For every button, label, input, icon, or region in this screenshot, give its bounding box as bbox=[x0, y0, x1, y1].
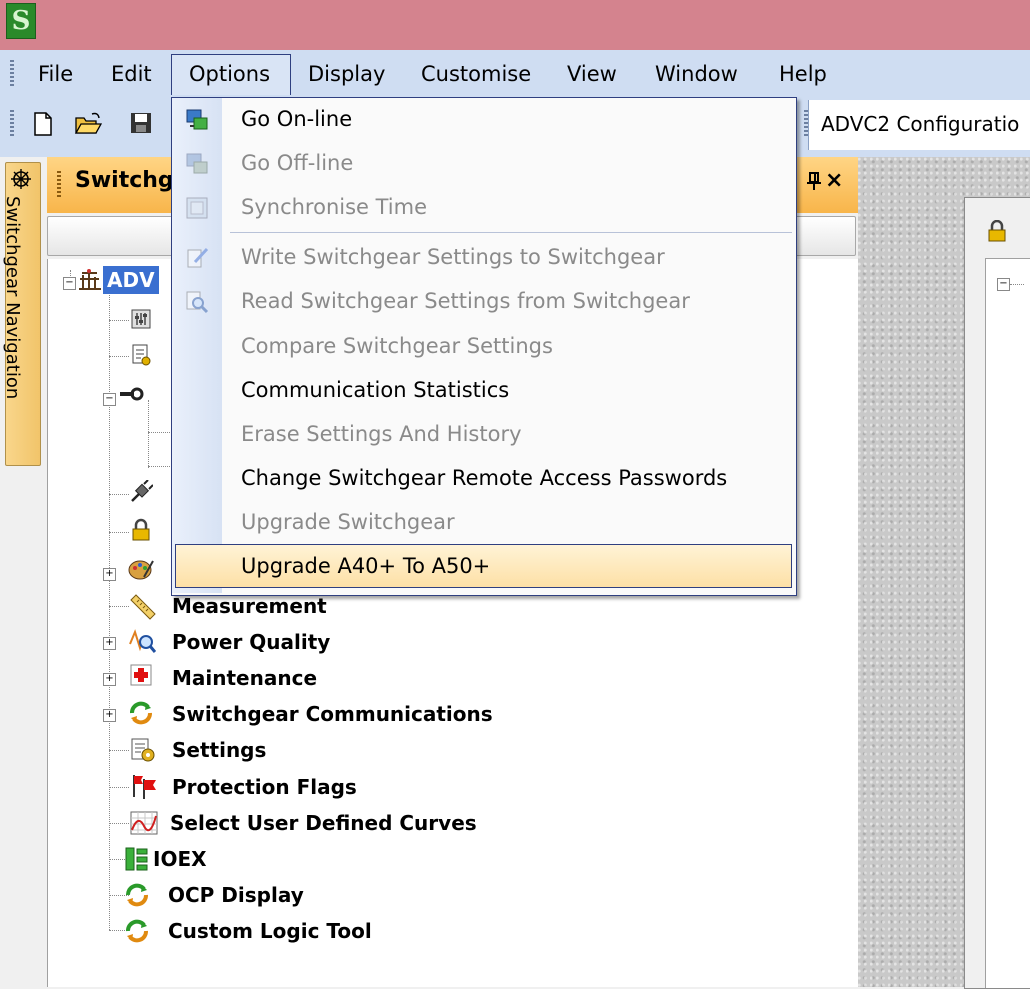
menu-item-upgrade-switchgear: Upgrade Switchgear bbox=[241, 510, 455, 534]
save-icon[interactable] bbox=[128, 111, 154, 137]
close-icon[interactable]: × bbox=[825, 168, 843, 193]
menu-item-write-settings: Write Switchgear Settings to Switchgear bbox=[241, 245, 665, 269]
ruler-icon[interactable] bbox=[128, 594, 156, 620]
sync-time-icon bbox=[184, 196, 210, 222]
switchgear-navigation-tab-label: Switchgear Navigation bbox=[2, 196, 23, 400]
menu-item-upgrade-a40-to-a50[interactable]: Upgrade A40+ To A50+ bbox=[241, 554, 490, 578]
wrench-icon[interactable] bbox=[118, 384, 144, 408]
tree-connector bbox=[148, 432, 172, 433]
menu-item-communication-statistics[interactable]: Communication Statistics bbox=[241, 378, 509, 402]
navigation-panel-title: Switchg bbox=[75, 168, 174, 193]
settings-icon[interactable] bbox=[130, 737, 156, 762]
tree-connector bbox=[109, 356, 129, 357]
tree-connector bbox=[1010, 284, 1024, 285]
switchgear-root-icon bbox=[77, 267, 103, 291]
toolbar-grip[interactable] bbox=[10, 110, 14, 138]
tree-connector bbox=[109, 787, 129, 788]
menu-customise[interactable]: Customise bbox=[421, 50, 531, 95]
tree-expand-toggle[interactable]: + bbox=[103, 673, 116, 686]
tree-item-power-quality[interactable]: Power Quality bbox=[172, 630, 330, 654]
menu-help[interactable]: Help bbox=[779, 50, 827, 95]
menu-item-synchronise-time: Synchronise Time bbox=[241, 195, 428, 219]
tree-collapse-toggle[interactable]: − bbox=[63, 277, 76, 290]
title-bar bbox=[0, 0, 1030, 50]
menu-file[interactable]: File bbox=[38, 50, 73, 95]
go-online-icon bbox=[184, 108, 210, 134]
tree-item-select-user-defined-curves[interactable]: Select User Defined Curves bbox=[170, 811, 477, 835]
open-folder-icon[interactable] bbox=[74, 111, 103, 137]
tree-connector bbox=[148, 466, 172, 467]
menu-view[interactable]: View bbox=[567, 50, 617, 95]
palette-icon[interactable] bbox=[128, 557, 154, 581]
menu-item-go-online[interactable]: Go On-line bbox=[241, 107, 352, 131]
tree-item-maintenance[interactable]: Maintenance bbox=[172, 666, 317, 690]
flags-icon[interactable] bbox=[130, 773, 156, 799]
tree-expand-toggle[interactable]: + bbox=[103, 709, 116, 722]
plug-icon[interactable] bbox=[128, 479, 154, 504]
tree-connector bbox=[109, 320, 129, 321]
new-file-icon[interactable] bbox=[30, 111, 56, 137]
tree-item-settings[interactable]: Settings bbox=[172, 738, 266, 762]
lock-icon bbox=[987, 219, 1007, 247]
tree-expand-toggle[interactable]: + bbox=[103, 568, 116, 581]
tree-item-protection-flags[interactable]: Protection Flags bbox=[172, 775, 357, 799]
menu-window[interactable]: Window bbox=[655, 50, 738, 95]
child-window-tree bbox=[985, 258, 1030, 988]
app-icon[interactable]: S bbox=[6, 3, 36, 39]
tree-collapse-toggle[interactable]: − bbox=[103, 393, 116, 406]
curves-icon[interactable] bbox=[130, 810, 158, 835]
menu-item-compare-settings: Compare Switchgear Settings bbox=[241, 334, 553, 358]
menu-item-change-passwords[interactable]: Change Switchgear Remote Access Password… bbox=[241, 466, 727, 490]
menu-item-go-offline: Go Off-line bbox=[241, 151, 354, 175]
report-icon[interactable] bbox=[128, 343, 154, 367]
menu-separator bbox=[230, 232, 792, 233]
tree-connector bbox=[109, 532, 129, 533]
menu-options[interactable]: Options bbox=[189, 50, 270, 95]
tree-connector bbox=[109, 823, 129, 824]
tree-connector bbox=[109, 494, 129, 495]
communications-icon[interactable] bbox=[128, 700, 154, 725]
tree-connector bbox=[109, 606, 129, 607]
pin-icon[interactable] bbox=[806, 171, 822, 196]
menu-item-read-settings: Read Switchgear Settings from Switchgear bbox=[241, 289, 690, 313]
panel-grip[interactable] bbox=[57, 171, 61, 199]
logic-icon[interactable] bbox=[124, 918, 150, 943]
tree-item-measurement[interactable]: Measurement bbox=[172, 594, 327, 618]
tree-item-ocp-display[interactable]: OCP Display bbox=[168, 883, 304, 907]
tree-collapse-toggle[interactable]: − bbox=[997, 278, 1010, 291]
lock-icon[interactable] bbox=[128, 518, 154, 542]
tree-root-label[interactable]: ADV bbox=[103, 266, 159, 294]
go-offline-icon bbox=[184, 152, 210, 178]
read-settings-icon bbox=[184, 290, 210, 316]
tree-item-switchgear-communications[interactable]: Switchgear Communications bbox=[172, 702, 493, 726]
configuration-selector[interactable]: ADVC2 Configuratio bbox=[808, 100, 1030, 150]
configuration-selector-value: ADVC2 Configuratio bbox=[821, 112, 1020, 136]
ioex-icon[interactable] bbox=[124, 846, 150, 871]
tree-connector bbox=[148, 400, 149, 468]
tree-expand-toggle[interactable]: + bbox=[103, 637, 116, 650]
tree-connector bbox=[109, 750, 129, 751]
menubar-grip[interactable] bbox=[10, 60, 14, 86]
tree-connector bbox=[109, 290, 110, 930]
tree-item-custom-logic-tool[interactable]: Custom Logic Tool bbox=[168, 919, 372, 943]
tree-item-ioex[interactable]: IOEX bbox=[153, 847, 207, 871]
write-settings-icon bbox=[184, 246, 210, 272]
menu-item-erase-settings: Erase Settings And History bbox=[241, 422, 522, 446]
wheel-icon bbox=[10, 168, 32, 195]
menu-display[interactable]: Display bbox=[308, 50, 385, 95]
waveform-magnifier-icon[interactable] bbox=[128, 628, 157, 653]
menu-edit[interactable]: Edit bbox=[111, 50, 152, 95]
parameters-icon[interactable] bbox=[128, 308, 154, 332]
ocp-icon[interactable] bbox=[124, 882, 150, 907]
red-cross-icon[interactable] bbox=[128, 664, 154, 688]
